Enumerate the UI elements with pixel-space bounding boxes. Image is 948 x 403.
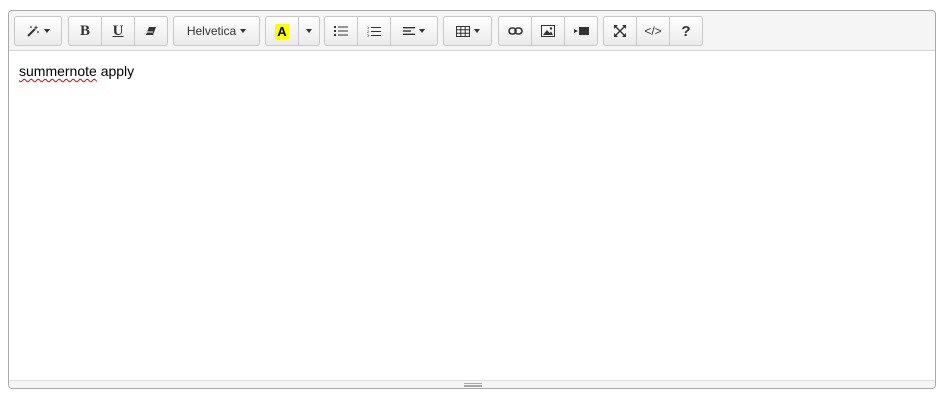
table-dropdown-button[interactable] (443, 16, 492, 46)
ordered-list-icon: 123 (367, 25, 381, 38)
paragraph-align-dropdown[interactable] (390, 16, 438, 46)
help-label: ? (681, 22, 691, 40)
bold-button[interactable]: B (68, 16, 102, 46)
align-left-icon (403, 26, 415, 36)
chevron-down-icon (473, 29, 480, 33)
bold-label: B (79, 22, 90, 39)
insert-picture-button[interactable] (531, 16, 565, 46)
code-view-button[interactable]: </> (636, 16, 670, 46)
content-word-misspelled: summernote (19, 63, 97, 79)
resize-bar[interactable] (9, 380, 935, 388)
video-icon (573, 26, 589, 36)
chevron-down-icon (240, 29, 247, 33)
clear-formatting-button[interactable] (134, 16, 168, 46)
magic-wand-icon (26, 24, 40, 38)
chevron-down-icon (419, 29, 425, 33)
insert-video-button[interactable] (564, 16, 598, 46)
code-view-label: </> (644, 24, 662, 38)
chevron-down-icon (44, 29, 50, 33)
picture-icon (541, 25, 555, 37)
editor-content[interactable]: summernote apply (19, 63, 134, 79)
fullscreen-icon (614, 25, 626, 37)
svg-text:3: 3 (367, 33, 370, 38)
color-label: A (275, 23, 289, 39)
style-dropdown-button[interactable] (14, 16, 62, 46)
table-icon (455, 25, 470, 37)
help-button[interactable]: ? (669, 16, 703, 46)
resize-grip-icon[interactable] (464, 383, 482, 387)
link-icon (507, 26, 523, 36)
content-word: apply (100, 63, 135, 79)
ordered-list-button[interactable]: 123 (357, 16, 391, 46)
toolbar: B U Helvetica A 123 </> ? (9, 11, 935, 51)
chevron-down-icon (306, 29, 312, 33)
color-dropdown-button[interactable] (298, 16, 320, 46)
summernote-editor: B U Helvetica A 123 </> ? summernote app… (8, 10, 936, 389)
underline-label: U (112, 22, 124, 39)
eraser-icon (145, 25, 157, 37)
insert-link-button[interactable] (498, 16, 532, 46)
font-name-label: Helvetica (186, 24, 237, 38)
underline-button[interactable]: U (101, 16, 135, 46)
recent-color-button[interactable]: A (265, 16, 299, 46)
font-name-dropdown[interactable]: Helvetica (173, 16, 260, 46)
unordered-list-icon (334, 25, 348, 37)
fullscreen-button[interactable] (603, 16, 637, 46)
unordered-list-button[interactable] (324, 16, 358, 46)
